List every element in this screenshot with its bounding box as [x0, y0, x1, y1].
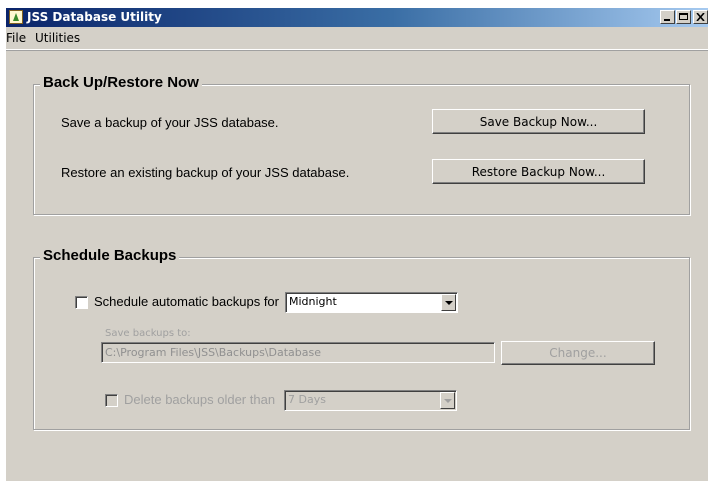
- jss-app-icon: [9, 10, 23, 24]
- title-bar[interactable]: JSS Database Utility: [6, 8, 708, 27]
- backup-restore-group: Back Up/Restore Now Save a backup of you…: [33, 74, 690, 215]
- save-backup-now-button[interactable]: Save Backup Now...: [432, 109, 645, 134]
- save-backups-to-label: Save backups to:: [105, 328, 191, 339]
- save-backup-text: Save a backup of your JSS database.: [61, 115, 279, 130]
- save-path-value: C:\Program Files\JSS\Backups\Database: [105, 346, 322, 359]
- save-path-field: C:\Program Files\JSS\Backups\Database: [101, 342, 495, 363]
- menu-bar: File Utilities: [6, 27, 708, 50]
- window-title: JSS Database Utility: [27, 10, 162, 24]
- schedule-time-value: Midnight: [289, 295, 337, 308]
- schedule-automatic-label: Schedule automatic backups for: [94, 294, 279, 309]
- minimize-button[interactable]: [660, 10, 675, 24]
- delete-older-label: Delete backups older than: [124, 392, 276, 407]
- chevron-down-icon[interactable]: [440, 392, 455, 409]
- schedule-time-select[interactable]: Midnight: [285, 292, 458, 313]
- close-icon: [696, 13, 705, 21]
- delete-age-value: 7 Days: [288, 393, 326, 406]
- backup-restore-title: Back Up/Restore Now: [40, 74, 202, 91]
- delete-older-checkbox[interactable]: [105, 394, 118, 407]
- schedule-backups-group: Schedule Backups Schedule automatic back…: [33, 247, 690, 430]
- menu-separator: [6, 50, 708, 51]
- close-button[interactable]: [693, 10, 708, 24]
- restore-backup-now-button[interactable]: Restore Backup Now...: [432, 159, 645, 184]
- app-window: JSS Database Utility File Utilities Back…: [6, 8, 708, 481]
- maximize-button[interactable]: [676, 10, 691, 24]
- restore-backup-text: Restore an existing backup of your JSS d…: [61, 165, 350, 180]
- menu-utilities[interactable]: Utilities: [35, 31, 80, 45]
- change-path-button[interactable]: Change...: [501, 341, 655, 365]
- schedule-backups-title: Schedule Backups: [40, 247, 180, 264]
- menu-file[interactable]: File: [6, 31, 26, 45]
- schedule-automatic-checkbox[interactable]: [75, 296, 88, 309]
- delete-age-select[interactable]: 7 Days: [284, 390, 457, 411]
- chevron-down-icon[interactable]: [441, 294, 456, 311]
